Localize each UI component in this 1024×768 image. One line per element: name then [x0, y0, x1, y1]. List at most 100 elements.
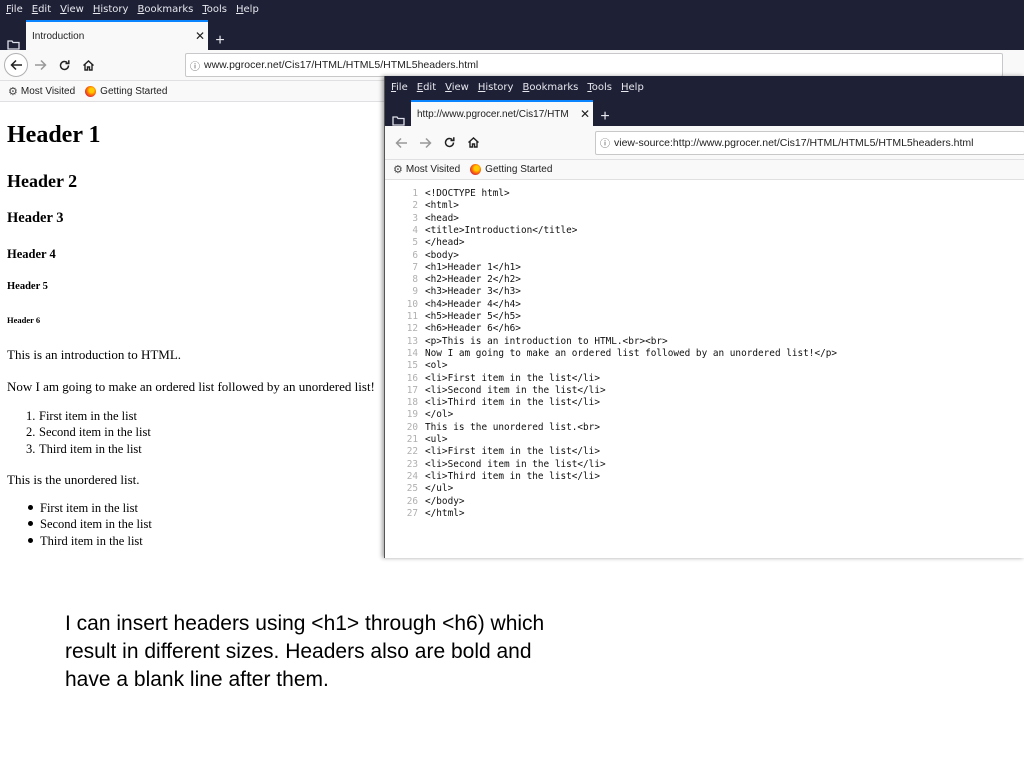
- home-icon[interactable]: [76, 53, 100, 77]
- forward-icon[interactable]: [413, 131, 437, 155]
- firefox-icon: [85, 85, 97, 97]
- bullet-icon: [28, 521, 33, 526]
- library-icon[interactable]: [385, 114, 411, 126]
- menu-file[interactable]: File: [391, 82, 408, 93]
- heading-4: Header 4: [7, 247, 56, 261]
- source-line: 23 <li>Second item in the list</li>: [385, 459, 606, 471]
- caption-line: result in different sizes. Headers also …: [65, 640, 532, 663]
- line-number: 11: [406, 311, 418, 322]
- source-line: 18 <li>Third item in the list</li>: [385, 397, 600, 409]
- source-line: 21 <ul>: [385, 434, 448, 446]
- menu-help[interactable]: Help: [236, 4, 259, 15]
- menu-view[interactable]: View: [60, 4, 84, 15]
- menu-edit[interactable]: Edit: [32, 4, 51, 15]
- source-line: 2 <html>: [385, 200, 459, 212]
- unordered-list-item: First item in the list: [26, 501, 138, 516]
- source-code-text: </body>: [425, 495, 465, 507]
- menu-view[interactable]: View: [445, 82, 469, 93]
- source-code-text: <li>Second item in the list</li>: [425, 384, 606, 396]
- source-line: 13 <p>This is an introduction to HTML.<br…: [385, 336, 668, 348]
- home-icon[interactable]: [461, 131, 485, 155]
- back-icon[interactable]: [4, 53, 28, 77]
- menu-history[interactable]: History: [478, 82, 514, 93]
- bullet-icon: [28, 538, 33, 543]
- line-number: 21: [406, 434, 418, 445]
- source-code-text: </ul>: [425, 483, 454, 495]
- line-number: 23: [406, 458, 418, 470]
- address-bar[interactable]: ⓘ view-source:http://www.pgrocer.net/Cis…: [595, 130, 1024, 155]
- bookmark-most-visited[interactable]: ⚙ Most Visited: [8, 85, 75, 98]
- info-icon[interactable]: ⓘ: [186, 58, 204, 73]
- menu-tools[interactable]: Tools: [202, 4, 227, 15]
- ordered-list-item: 3. Third item in the list: [26, 442, 142, 456]
- source-code-text: <ul>: [425, 434, 448, 445]
- line-number: 5: [412, 237, 418, 249]
- forward-icon[interactable]: [28, 53, 52, 77]
- new-tab-icon[interactable]: +: [593, 108, 617, 126]
- tab-introduction[interactable]: Introduction ✕: [26, 20, 208, 50]
- unordered-intro-text: This is the unordered list.: [7, 472, 140, 487]
- slide-caption: I can insert headers using <h1> through …: [65, 610, 625, 694]
- nav-toolbar: ⓘ view-source:http://www.pgrocer.net/Cis…: [385, 126, 1024, 160]
- source-line: 20 This is the unordered list.<br>: [385, 422, 600, 434]
- reload-icon[interactable]: [437, 131, 461, 155]
- menu-file[interactable]: File: [6, 4, 23, 15]
- menu-bookmarks[interactable]: Bookmarks: [137, 4, 193, 15]
- source-code-text: <body>: [425, 249, 459, 261]
- menu-help[interactable]: Help: [621, 82, 644, 93]
- tab-title: Introduction: [32, 30, 85, 42]
- line-number: 18: [406, 397, 418, 409]
- source-code-text: <p>This is an introduction to HTML.<br><…: [425, 335, 668, 347]
- info-icon[interactable]: ⓘ: [596, 135, 614, 150]
- heading-5: Header 5: [7, 281, 48, 292]
- tab-strip: http://www.pgrocer.net/Cis17/HTM ✕ +: [385, 98, 1024, 126]
- bookmark-getting-started[interactable]: Getting Started: [470, 164, 552, 175]
- reload-icon[interactable]: [52, 53, 76, 77]
- menu-bookmarks[interactable]: Bookmarks: [522, 82, 578, 93]
- source-code-text: <li>Third item in the list</li>: [425, 397, 600, 409]
- bookmark-getting-started[interactable]: Getting Started: [85, 85, 168, 97]
- menu-tools[interactable]: Tools: [587, 82, 612, 93]
- back-icon[interactable]: [389, 131, 413, 155]
- line-number: 12: [406, 323, 418, 335]
- bookmark-label: Getting Started: [100, 85, 168, 97]
- source-line: 5 </head>: [385, 237, 464, 249]
- line-number: 17: [406, 384, 418, 396]
- bookmark-label: Getting Started: [485, 164, 553, 175]
- source-line: 12 <h6>Header 6</h6>: [385, 323, 521, 335]
- tab-title: http://www.pgrocer.net/Cis17/HTM: [417, 108, 569, 120]
- source-code-text: <ol>: [425, 360, 448, 372]
- library-icon[interactable]: [0, 38, 26, 50]
- source-line: 10 <h4>Header 4</h4>: [385, 299, 521, 311]
- close-icon[interactable]: ✕: [192, 29, 208, 43]
- line-number: 9: [412, 286, 418, 298]
- tab-strip: Introduction ✕ +: [0, 18, 1024, 50]
- ordered-list-item: 1. First item in the list: [26, 409, 137, 423]
- source-code-text: <h2>Header 2</h2>: [425, 274, 521, 286]
- menu-history[interactable]: History: [93, 4, 129, 15]
- source-line: 4 <title>Introduction</title>: [385, 225, 577, 237]
- source-line: 3 <head>: [385, 213, 459, 225]
- address-bar[interactable]: ⓘ www.pgrocer.net/Cis17/HTML/HTML5/HTML5…: [185, 53, 1003, 77]
- source-code-text: <h1>Header 1</h1>: [425, 261, 521, 273]
- caption-line: I can insert headers using <h1> through …: [65, 612, 545, 635]
- line-number: 10: [406, 298, 418, 310]
- source-code-text: This is the unordered list.<br>: [425, 421, 600, 433]
- bookmarks-toolbar: ⚙ Most Visited Getting Started: [385, 160, 1024, 180]
- menu-edit[interactable]: Edit: [417, 82, 436, 93]
- source-code-text: <h3>Header 3</h3>: [425, 286, 521, 298]
- source-code-text: <title>Introduction</title>: [425, 224, 578, 236]
- bookmark-most-visited[interactable]: ⚙ Most Visited: [393, 163, 460, 176]
- line-number: 16: [406, 372, 418, 384]
- rendered-page: Header 1 Header 2 Header 3 Header 4 Head…: [0, 102, 384, 558]
- new-tab-icon[interactable]: +: [208, 32, 232, 50]
- line-number: 25: [406, 483, 418, 495]
- line-number: 4: [412, 224, 418, 236]
- source-line: 24 <li>Third item in the list</li>: [385, 471, 600, 483]
- menu-bar: File Edit View History Bookmarks Tools H…: [0, 0, 1024, 18]
- tab-view-source[interactable]: http://www.pgrocer.net/Cis17/HTM ✕: [411, 100, 593, 126]
- close-icon[interactable]: ✕: [577, 107, 593, 121]
- source-line: 22 <li>First item in the list</li>: [385, 446, 600, 458]
- line-number: 26: [406, 495, 418, 507]
- source-code-text: <li>Third item in the list</li>: [425, 470, 600, 482]
